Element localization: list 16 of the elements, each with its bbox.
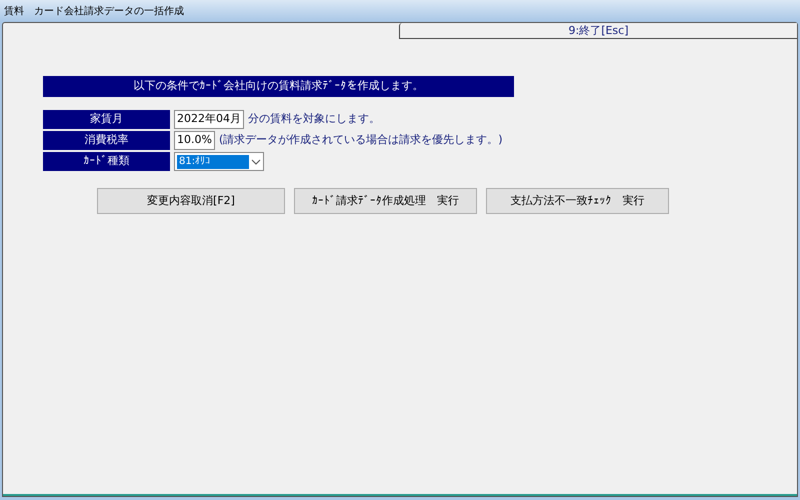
chevron-down-icon (251, 158, 261, 164)
select-value: 81:ｵﾘｺ (177, 154, 249, 168)
action-button[interactable]: 変更内容取消[F2] (97, 188, 285, 214)
input-field[interactable]: 2022年04月 (174, 110, 244, 129)
action-button[interactable]: 支払方法不一致ﾁｪｯｸ 実行 (486, 188, 669, 214)
field-note: 分の賃料を対象にします。 (248, 111, 380, 128)
exit-tab[interactable]: 9:終了[Esc] (399, 23, 797, 39)
window-title: 賃料 カード会社請求データの一括作成 (4, 4, 184, 18)
action-button[interactable]: ｶｰﾄﾞ請求ﾃﾞｰﾀ作成処理 実行 (294, 188, 477, 214)
input-field[interactable]: 10.0% (174, 131, 215, 150)
field-note: (請求データが作成されている場合は請求を優先します。) (218, 132, 503, 148)
field-label: 消費税率 (43, 131, 170, 150)
field-label: 家賃月 (43, 110, 170, 129)
field-label: ｶｰﾄﾞ種類 (43, 152, 170, 171)
card-type-select[interactable]: 81:ｵﾘｺ (174, 152, 264, 171)
info-banner: 以下の条件でｶｰﾄﾞ会社向けの賃料請求ﾃﾞｰﾀを作成します。 (43, 76, 514, 97)
